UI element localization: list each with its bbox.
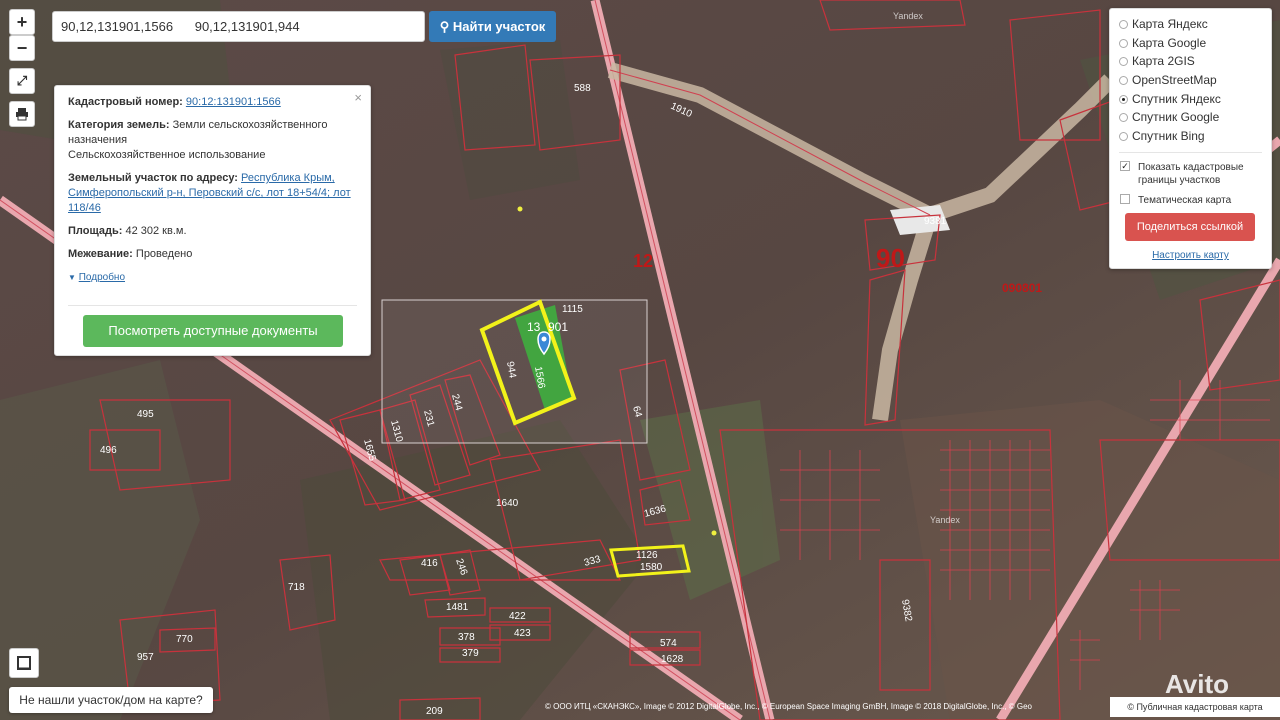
- area-value: 42 302 кв.м.: [125, 225, 187, 237]
- zoom-in-button[interactable]: +: [9, 9, 35, 35]
- expand-icon: ⤢: [16, 73, 28, 88]
- survey-value: Проведено: [135, 248, 193, 260]
- parcel-label: 901: [548, 320, 568, 334]
- land-category-label: Категория земель:: [68, 119, 170, 131]
- parcel-label: 957: [137, 652, 154, 663]
- parcel-label: 1115: [562, 304, 583, 315]
- layer-option-label: Спутник Bing: [1132, 129, 1205, 144]
- parcel-label: 9381: [924, 216, 947, 227]
- radio-icon: [1119, 132, 1128, 142]
- zoom-out-button[interactable]: −: [9, 35, 35, 61]
- parcel-label: 423: [514, 628, 531, 639]
- checkmark-icon: ✓: [1120, 160, 1130, 171]
- parcel-label: 379: [462, 648, 479, 659]
- avito-watermark: Avito: [1165, 669, 1230, 699]
- show-cadastral-checkbox[interactable]: ✓ Показать кадастровые границы участков: [1119, 160, 1262, 187]
- radio-icon: [1119, 113, 1128, 123]
- find-parcel-label: Найти участок: [452, 19, 546, 34]
- layer-option-label: Карта Google: [1132, 35, 1207, 50]
- layer-option-label: OpenStreetMap: [1132, 73, 1217, 88]
- parcel-label: 1481: [446, 602, 469, 613]
- parcel-label: 416: [421, 558, 438, 569]
- search-input[interactable]: 90,12,131901,1566 90,12,131901,944: [52, 11, 425, 42]
- view-documents-button[interactable]: Посмотреть доступные документы: [83, 315, 343, 347]
- fullscreen-button[interactable]: ⤢: [9, 68, 35, 94]
- map-marker-dot: [517, 206, 523, 212]
- parcel-label: 1640: [496, 498, 519, 509]
- quarter-label-12: 12: [633, 251, 654, 271]
- area-label: Площадь:: [68, 225, 123, 237]
- divider: [68, 305, 357, 306]
- layer-option-label: Спутник Google: [1132, 110, 1220, 125]
- address-row: Земельный участок по адресу: Республика …: [68, 171, 357, 216]
- parcel-label: 496: [100, 445, 117, 456]
- map-copyright: © ООО ИТЦ «СКАНЭКС», Image © 2012 Digita…: [545, 702, 1032, 711]
- public-cadastral-map-credit[interactable]: © Публичная кадастровая карта: [1110, 697, 1280, 717]
- layer-option-label: Спутник Яндекс: [1132, 91, 1221, 106]
- find-parcel-button[interactable]: ⚲ Найти участок: [429, 11, 556, 42]
- layer-option-google-satellite[interactable]: Спутник Google: [1119, 108, 1262, 127]
- layer-option-2gis-map[interactable]: Карта 2GIS: [1119, 52, 1262, 71]
- layer-option-google-map[interactable]: Карта Google: [1119, 34, 1262, 53]
- yandex-watermark: Yandex: [930, 515, 960, 525]
- layer-option-yandex-map[interactable]: Карта Яндекс: [1119, 15, 1262, 34]
- search-icon: ⚲: [439, 19, 450, 34]
- parcel-label: 378: [458, 632, 475, 643]
- radio-selected-icon: [1119, 94, 1128, 104]
- layer-option-bing-satellite[interactable]: Спутник Bing: [1119, 127, 1262, 146]
- radio-icon: [1119, 57, 1128, 67]
- map-layers-panel: Карта Яндекс Карта Google Карта 2GIS Ope…: [1109, 8, 1272, 269]
- parcel-label: 13: [527, 320, 541, 334]
- parcel-label: 1580: [640, 562, 663, 573]
- land-usage-value: Сельскохозяйственное использование: [68, 149, 266, 161]
- parcel-label: 495: [137, 409, 154, 420]
- parcel-label: 209: [426, 706, 443, 717]
- checkbox-icon: [1120, 193, 1130, 204]
- cadastral-number-label: Кадастровый номер:: [68, 96, 183, 108]
- details-row: ▼ Подробно: [68, 270, 357, 285]
- thematic-map-checkbox[interactable]: Тематическая карта: [1119, 193, 1262, 207]
- layer-option-label: Карта 2GIS: [1132, 54, 1195, 69]
- land-category-row: Категория земель: Земли сельскохозяйстве…: [68, 118, 357, 163]
- cadastral-number-link[interactable]: 90:12:131901:1566: [186, 96, 281, 108]
- survey-label: Межевание:: [68, 248, 133, 260]
- area-row: Площадь: 42 302 кв.м.: [68, 224, 357, 239]
- parcel-label: 1126: [636, 550, 658, 561]
- divider: [1119, 151, 1262, 153]
- details-link[interactable]: Подробно: [79, 272, 125, 283]
- ruler-button[interactable]: [9, 648, 39, 678]
- radio-icon: [1119, 76, 1128, 86]
- cadastral-number-row: Кадастровый номер: 90:12:131901:1566: [68, 95, 357, 110]
- parcel-label: 1628: [661, 654, 684, 665]
- share-link-button[interactable]: Поделиться ссылкой: [1125, 213, 1255, 241]
- ruler-icon: [17, 656, 31, 671]
- radio-icon: [1119, 38, 1128, 48]
- map-marker-dot: [711, 530, 717, 536]
- quarter-label-90: 90: [876, 243, 905, 273]
- thematic-map-label: Тематическая карта: [1138, 194, 1232, 206]
- parcel-label: 422: [509, 611, 526, 622]
- radio-icon: [1119, 20, 1128, 29]
- not-found-button[interactable]: Не нашли участок/дом на карте?: [9, 687, 213, 713]
- layer-option-osm[interactable]: OpenStreetMap: [1119, 71, 1262, 90]
- quarter-label-090801: 090801: [1002, 281, 1043, 295]
- configure-map-link[interactable]: Настроить карту: [1110, 250, 1271, 261]
- printer-icon: [16, 108, 28, 121]
- yandex-watermark: Yandex: [893, 11, 923, 21]
- survey-row: Межевание: Проведено: [68, 247, 357, 262]
- parcel-info-panel: × Кадастровый номер: 90:12:131901:1566 К…: [54, 85, 371, 356]
- address-label: Земельный участок по адресу:: [68, 172, 238, 184]
- parcel-label: 574: [660, 638, 677, 649]
- show-cadastral-label: Показать кадастровые границы участков: [1138, 161, 1244, 186]
- parcel-label: 770: [176, 634, 193, 645]
- parcel-label: 718: [288, 582, 305, 593]
- caret-down-icon: ▼: [68, 273, 76, 282]
- close-icon[interactable]: ×: [354, 90, 362, 105]
- layer-option-label: Карта Яндекс: [1132, 17, 1208, 31]
- print-button[interactable]: [9, 101, 35, 127]
- layer-option-yandex-satellite[interactable]: Спутник Яндекс: [1119, 90, 1262, 109]
- parcel-label: 588: [574, 83, 591, 94]
